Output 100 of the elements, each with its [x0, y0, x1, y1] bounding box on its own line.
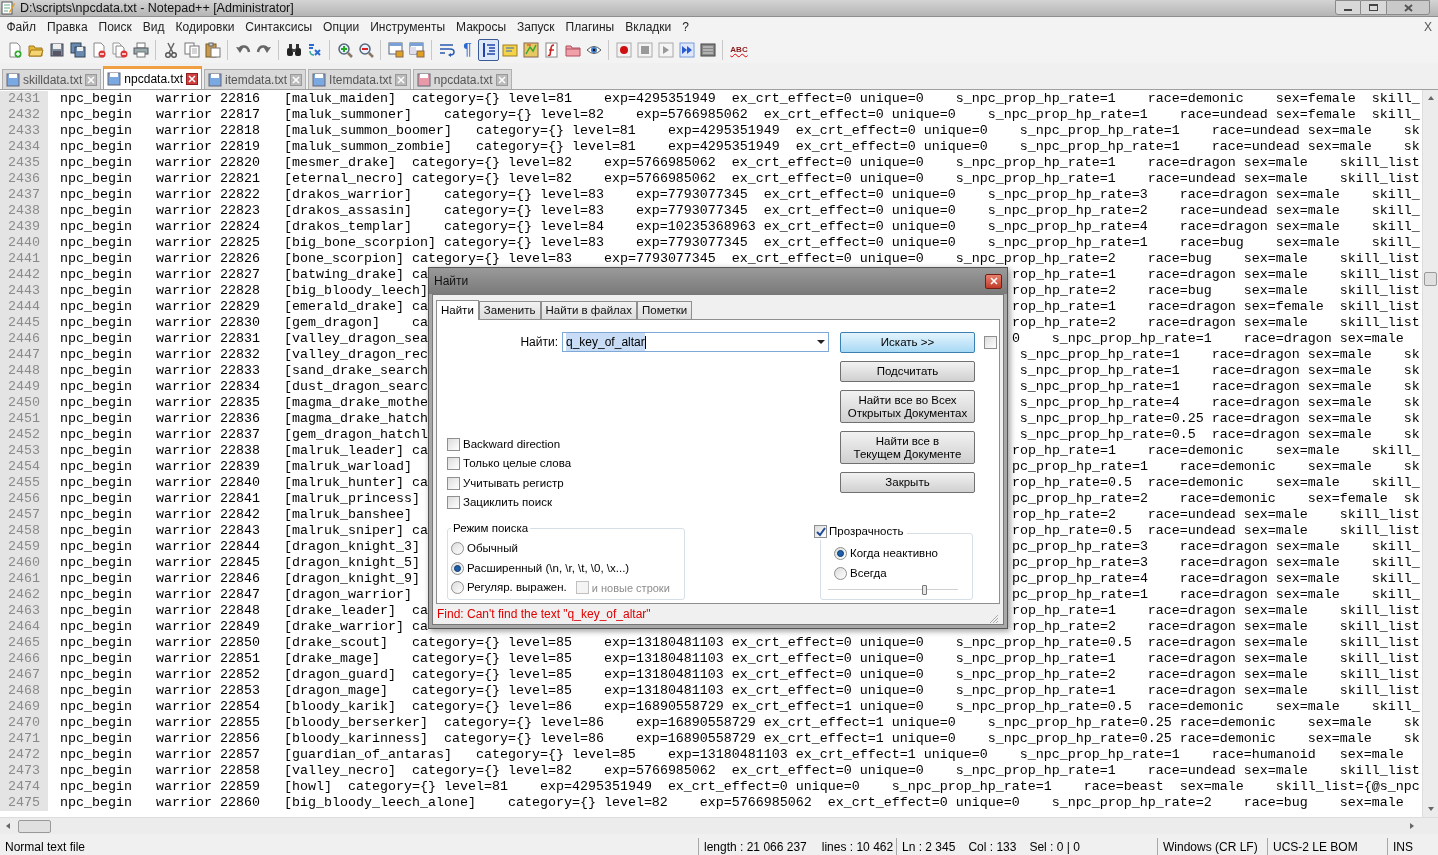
vertical-scrollbar[interactable] [1422, 90, 1438, 817]
scrollbar-thumb[interactable] [1424, 272, 1437, 286]
line-number: 2438 [0, 203, 48, 219]
window-lock-icon[interactable] [387, 42, 404, 58]
line-number: 2446 [0, 331, 48, 347]
file-tab[interactable]: npcdata.txt [103, 66, 203, 89]
horizontal-scrollbar[interactable] [0, 817, 1438, 834]
menu-item[interactable]: Кодировки [170, 18, 240, 36]
close-document-button[interactable]: X [1424, 18, 1432, 36]
dialog-button[interactable]: Искать >> [840, 332, 975, 353]
stop-icon[interactable] [636, 42, 653, 58]
indent-guide-icon[interactable] [480, 42, 497, 58]
maximize-button[interactable] [1361, 0, 1386, 15]
status-text: Col : 133 [968, 838, 1017, 855]
function-icon[interactable] [543, 42, 560, 58]
spellcheck-button[interactable]: ABC [727, 39, 751, 61]
menu-item[interactable]: Запуск [511, 18, 561, 36]
copy-icon[interactable] [183, 42, 200, 58]
line-number: 2453 [0, 443, 48, 459]
dialog-tab[interactable]: Найти [436, 300, 479, 320]
checkbox[interactable] [447, 457, 460, 471]
code-line: pc_prop_hp_rate=1 race=demonic sex=male sk [1012, 459, 1420, 474]
macro-list-icon[interactable] [699, 42, 716, 58]
zoom-in-icon[interactable] [336, 42, 353, 58]
dialog-close-button[interactable] [985, 273, 1002, 289]
code-line: npc_begin warrior 22849 [drake_warrior] ca [60, 619, 428, 634]
new-file-icon[interactable] [6, 42, 23, 58]
radio-button[interactable] [451, 542, 464, 556]
code-line: pc_prop_hp_rate=3 race=dragon sex=male skill_ [1012, 555, 1420, 570]
dialog-button[interactable]: Найти все во Всех Открытых Документах [840, 390, 975, 423]
dialog-button[interactable]: Подсчитать [840, 361, 975, 382]
scroll-right-icon[interactable] [1409, 822, 1415, 830]
menu-item[interactable]: Опции [317, 18, 365, 36]
menu-item[interactable]: Макросы [450, 18, 512, 36]
code-line: npc_begin warrior 22852 [dragon_guard] category={} level=85 exp=13180481103 ex_crt_effect=0 unique=0 s_npc_prop_hp_rate=2 race=dragon sex=male skill_list [60, 667, 1420, 682]
line-number: 2462 [0, 587, 48, 603]
printer-icon[interactable] [132, 42, 149, 58]
close-all-icon[interactable] [111, 42, 128, 58]
checkbox[interactable] [814, 525, 827, 539]
radio-button[interactable] [451, 581, 464, 595]
find-combobox[interactable]: q_key_of_altar [562, 332, 829, 352]
dialog-button[interactable]: Закрыть [840, 472, 975, 493]
file-tab[interactable]: Itemdata.txt [308, 69, 411, 89]
menu-item[interactable]: Файл [1, 18, 42, 36]
file-tab[interactable]: itemdata.txt [204, 69, 307, 89]
dialog-tab[interactable]: Найти в файлах [540, 301, 637, 319]
binoculars-icon[interactable] [285, 42, 302, 58]
checkbox[interactable] [447, 438, 460, 452]
code-line: rop_hp_rate=1 race=dragon sex=female skill_list [1012, 299, 1420, 314]
radio-button[interactable] [834, 546, 847, 560]
save-icon[interactable] [48, 42, 65, 58]
menu-item[interactable]: Плагины [560, 18, 620, 36]
replace-icon[interactable] [306, 42, 323, 58]
radio-button[interactable] [451, 561, 464, 575]
close-tab-icon[interactable] [186, 73, 199, 85]
folder-icon[interactable] [564, 42, 581, 58]
menu-item[interactable]: Инструменты [364, 18, 451, 36]
dialog-tab[interactable]: Заменить [478, 301, 541, 319]
checkbox[interactable] [984, 336, 997, 349]
open-folder-icon[interactable] [27, 42, 44, 58]
status-message: Find: Can't find the text "q_key_of_altar" [437, 606, 651, 623]
checkbox[interactable] [447, 496, 460, 510]
fast-forward-icon[interactable] [678, 42, 695, 58]
menu-item[interactable]: Синтаксисы [239, 18, 318, 36]
play-icon[interactable] [657, 42, 674, 58]
slider-thumb[interactable] [922, 585, 928, 596]
scroll-up-icon[interactable] [1426, 95, 1435, 101]
clipboard-icon[interactable] [204, 42, 221, 58]
zoom-out-icon[interactable] [357, 42, 374, 58]
menu-item[interactable]: ? [676, 18, 695, 36]
menu-item[interactable]: Правка [41, 18, 94, 36]
dialog-tab[interactable]: Пометки [636, 301, 693, 319]
checkbox[interactable] [447, 476, 460, 490]
close-icon [1403, 3, 1413, 12]
scrollbar-thumb[interactable] [18, 819, 51, 833]
window-lock-icon[interactable] [408, 42, 425, 58]
menu-item[interactable]: Вид [137, 18, 171, 36]
menu-item[interactable]: Вкладки [619, 18, 677, 36]
resize-grip-icon[interactable] [989, 614, 999, 624]
scissors-icon[interactable] [162, 42, 179, 58]
close-button[interactable] [1386, 0, 1430, 15]
line-number: 2439 [0, 219, 48, 235]
word-wrap-icon[interactable] [438, 42, 455, 58]
transparency-slider[interactable] [828, 585, 958, 596]
status-text: Normal text file [5, 838, 86, 855]
scroll-down-icon[interactable] [1426, 806, 1435, 812]
file-tab[interactable]: skilldata.txt [2, 69, 102, 89]
show-symbols-button[interactable]: ¶ [457, 39, 478, 61]
minimize-button[interactable] [1335, 0, 1361, 15]
dialog-button[interactable]: Найти все в Текущем Документе [840, 431, 975, 464]
scroll-left-icon[interactable] [5, 822, 11, 830]
record-icon[interactable] [615, 42, 632, 58]
close-file-icon[interactable] [90, 42, 107, 58]
save-all-icon[interactable] [69, 42, 86, 58]
line-number: 2474 [0, 779, 48, 795]
menu-item[interactable]: Поиск [93, 18, 138, 36]
file-tab[interactable]: npcdata.txt [412, 69, 512, 89]
radio-button[interactable] [834, 566, 847, 580]
line-number: 2461 [0, 571, 48, 587]
unsaved-file-icon [416, 72, 431, 87]
